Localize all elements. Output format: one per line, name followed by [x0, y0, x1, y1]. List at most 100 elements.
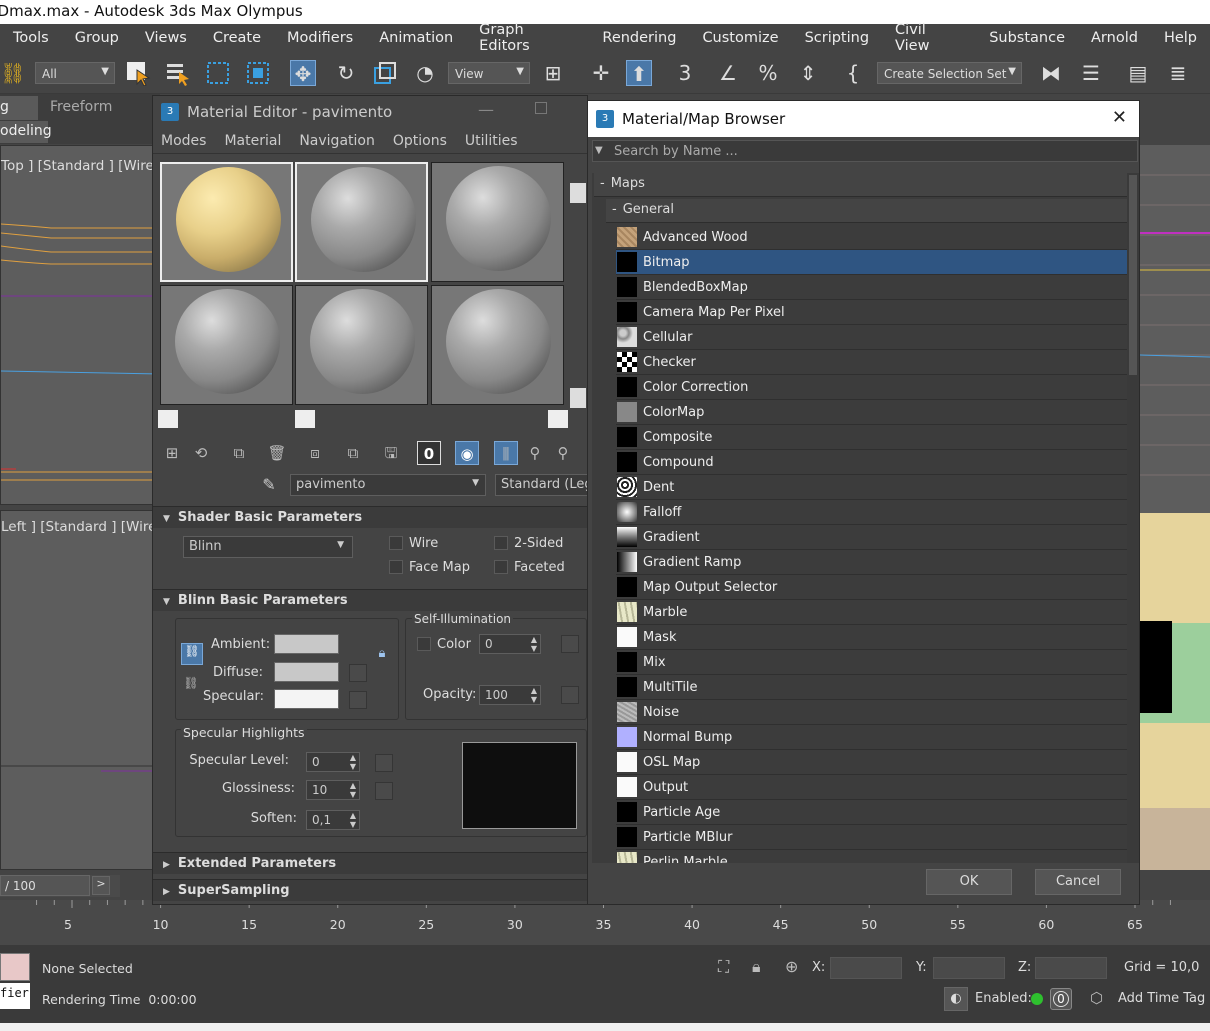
extended-parameters-rollout[interactable]: ▶ Extended Parameters — [153, 852, 587, 874]
map-item-gradient[interactable]: Gradient — [616, 525, 1128, 550]
sample-slot-6[interactable] — [431, 285, 564, 405]
isolate-icon[interactable]: ⛶ — [718, 957, 729, 977]
menu-civil-view[interactable]: Civil View — [895, 22, 963, 54]
window-crossing-icon[interactable] — [245, 60, 271, 86]
ribbon-modeling-panel[interactable]: odeling — [0, 121, 52, 143]
specular-map-button[interactable] — [349, 691, 367, 709]
selection-filter-dropdown[interactable]: All ▼ — [35, 62, 115, 84]
map-item-bitmap[interactable]: Bitmap — [616, 250, 1128, 275]
map-item-blendedboxmap[interactable]: BlendedBoxMap — [616, 275, 1128, 300]
map-item-particle-mblur[interactable]: Particle MBlur — [616, 825, 1128, 850]
angle-snap-icon[interactable]: ∠ — [715, 60, 741, 86]
shader-basic-rollout[interactable]: ▼ Shader Basic Parameters — [153, 506, 587, 528]
map-item-map-output-selector[interactable]: Map Output Selector — [616, 575, 1128, 600]
blinn-basic-rollout[interactable]: ▼ Blinn Basic Parameters — [153, 589, 587, 611]
soften-spinner[interactable]: 0,1 ▲ ▼ — [306, 810, 360, 830]
map-list-scroll-thumb[interactable] — [1129, 175, 1137, 375]
close-icon[interactable]: ✕ — [1112, 107, 1127, 128]
select-move-icon[interactable]: ✥ — [290, 60, 316, 86]
keyboard-shortcut-override-icon[interactable]: ⬆ — [626, 60, 652, 86]
mirror-icon[interactable]: ⧓ — [1038, 60, 1064, 86]
map-item-colormap[interactable]: ColorMap — [616, 400, 1128, 425]
frame-counter[interactable]: / 100 — [0, 875, 90, 896]
map-item-mask[interactable]: Mask — [616, 625, 1128, 650]
timeline-track[interactable]: 5 10 15 20 25 30 35 40 45 50 55 60 65 — [0, 900, 1210, 945]
pivot-center-icon[interactable]: ⊞ — [540, 60, 566, 86]
sample-slot-2[interactable] — [295, 162, 428, 282]
self-illum-color-checkbox[interactable] — [417, 637, 431, 651]
medit-menu-modes[interactable]: Modes — [161, 133, 206, 149]
eyedropper-icon[interactable]: ✎ — [258, 475, 280, 497]
enabled-count-badge[interactable]: 0 — [1050, 988, 1072, 1010]
cancel-button[interactable]: Cancel — [1035, 869, 1121, 895]
snaps-toggle-icon[interactable]: 3 — [672, 60, 698, 86]
glossiness-spinner[interactable]: 10 ▲ ▼ — [306, 780, 360, 800]
map-item-color-correction[interactable]: Color Correction — [616, 375, 1128, 400]
map-item-dent[interactable]: Dent — [616, 475, 1128, 500]
go-forward-sibling-icon[interactable]: ⚲ — [551, 441, 575, 465]
time-slider[interactable]: / 100 > — [0, 875, 120, 897]
percent-snap-icon[interactable]: % — [755, 60, 781, 86]
viewport-right[interactable] — [1139, 145, 1210, 870]
save-icon[interactable]: 🖫︎ — [379, 441, 403, 465]
category-general[interactable]: - General — [606, 199, 1128, 223]
menu-group[interactable]: Group — [75, 30, 119, 46]
x-coordinate-field[interactable] — [830, 957, 902, 979]
search-options-icon[interactable]: ▼ — [595, 145, 603, 156]
select-scale-icon[interactable] — [372, 60, 398, 86]
map-item-perlin-marble[interactable]: Perlin Marble — [616, 850, 1128, 863]
named-selection-set-dropdown[interactable]: Create Selection Set ▼ — [877, 62, 1022, 84]
sample-slot-4[interactable] — [160, 285, 293, 405]
menu-modifiers[interactable]: Modifiers — [287, 30, 353, 46]
maximize-icon[interactable] — [535, 102, 547, 114]
map-item-marble[interactable]: Marble — [616, 600, 1128, 625]
map-list-scrollbar[interactable] — [1127, 173, 1139, 863]
go-to-parent-icon[interactable]: ⚲ — [523, 441, 547, 465]
supersampling-rollout[interactable]: ▶ SuperSampling — [153, 879, 587, 901]
viewport-top[interactable]: Top ] [Standard ] [Wiref — [0, 145, 161, 505]
put-to-library-icon[interactable]: ⧉ — [341, 441, 365, 465]
y-coordinate-field[interactable] — [933, 957, 1005, 979]
self-illum-value-spinner[interactable]: 0 ▲ ▼ — [479, 634, 541, 654]
get-material-icon[interactable]: ⊞ — [160, 441, 184, 465]
map-item-osl-map[interactable]: OSL Map — [616, 750, 1128, 775]
diffuse-color-swatch[interactable] — [274, 662, 339, 682]
menu-graph-editors[interactable]: Graph Editors — [479, 22, 576, 54]
medit-menu-navigation[interactable]: Navigation — [299, 133, 375, 149]
sample-slot-3[interactable] — [431, 162, 564, 282]
medit-menu-material[interactable]: Material — [224, 133, 281, 149]
slot-scrollbar-down[interactable] — [570, 388, 586, 408]
map-item-cellular[interactable]: Cellular — [616, 325, 1128, 350]
show-shaded-icon[interactable]: ◉ — [455, 441, 479, 465]
make-unique-icon[interactable]: ⧈ — [303, 441, 327, 465]
specular-level-spinner[interactable]: 0 ▲ ▼ — [306, 752, 360, 772]
material-id-channel-button[interactable]: 0 — [417, 441, 441, 465]
shader-type-dropdown[interactable]: Blinn ▼ — [183, 536, 353, 558]
ambient-color-swatch[interactable] — [274, 634, 339, 654]
select-manipulate-icon[interactable]: ✛ — [588, 60, 614, 86]
menu-customize[interactable]: Customize — [702, 30, 778, 46]
map-item-compound[interactable]: Compound — [616, 450, 1128, 475]
menu-arnold[interactable]: Arnold — [1091, 30, 1138, 46]
viewport-left-label[interactable]: Left ] [Standard ] [Wiref — [1, 519, 161, 535]
material-name-field[interactable]: pavimento ▼ — [290, 474, 486, 496]
category-maps[interactable]: - Maps — [594, 173, 1128, 197]
next-frame-icon[interactable]: > — [92, 876, 110, 895]
map-item-falloff[interactable]: Falloff — [616, 500, 1128, 525]
put-to-scene-icon[interactable]: ⟲ — [189, 441, 213, 465]
place-icon[interactable]: ◔ — [412, 60, 438, 86]
map-item-gradient-ramp[interactable]: Gradient Ramp — [616, 550, 1128, 575]
lock-diffuse-specular-icon[interactable]: ⛓ — [181, 676, 201, 694]
menu-help[interactable]: Help — [1164, 30, 1197, 46]
menu-rendering[interactable]: Rendering — [602, 30, 676, 46]
menu-scripting[interactable]: Scripting — [805, 30, 869, 46]
two-sided-checkbox[interactable] — [494, 536, 508, 550]
map-item-composite[interactable]: Composite — [616, 425, 1128, 450]
material-type-button[interactable]: Standard (Lega — [495, 474, 591, 496]
adaptive-degradation-icon[interactable]: ◐ — [944, 987, 968, 1011]
faceted-checkbox[interactable] — [494, 560, 508, 574]
slot-scrollbar-up[interactable] — [570, 183, 586, 203]
ok-button[interactable]: OK — [926, 869, 1012, 895]
map-item-output[interactable]: Output — [616, 775, 1128, 800]
named-selection-icon[interactable]: { — [840, 60, 866, 86]
